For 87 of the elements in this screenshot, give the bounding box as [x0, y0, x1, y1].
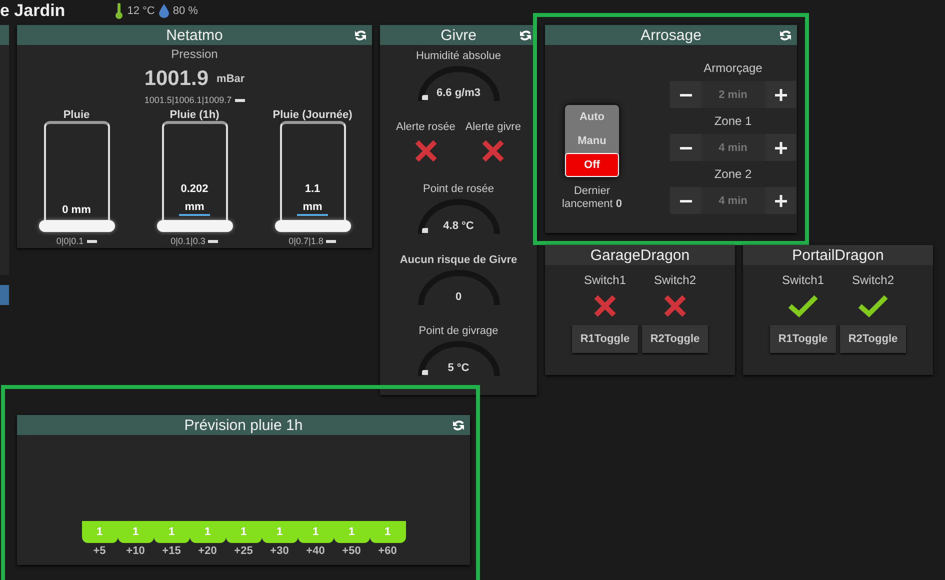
forecast-bar: 1	[370, 521, 406, 543]
mode-option[interactable]: Off	[565, 153, 619, 177]
water-drop-icon	[158, 4, 169, 18]
toggle-button[interactable]: R1Toggle	[572, 325, 638, 353]
forecast-bar: 1	[118, 521, 154, 543]
gauge-label: Point de rosée	[423, 183, 494, 195]
pressure-label: Pression	[171, 47, 218, 61]
time-label: +10	[126, 545, 145, 557]
time-label: +50	[342, 545, 361, 557]
stepper-value: 4 min	[701, 187, 765, 214]
widget-title: Arrosage	[640, 26, 702, 44]
widget-title: Prévision pluie 1h	[184, 416, 303, 434]
stepper-label: Zone 1	[714, 114, 752, 128]
page-title: e Jardin	[0, 1, 66, 20]
refresh-icon[interactable]	[354, 29, 367, 42]
switch-label: Switch1	[782, 273, 824, 287]
refresh-icon[interactable]	[452, 419, 465, 432]
forecast-bar: 1	[154, 521, 190, 543]
humidity-reading: 80 %	[172, 4, 198, 16]
rain-unit: mm	[296, 201, 328, 216]
refresh-icon[interactable]	[779, 29, 792, 42]
toggle-button[interactable]: R2Toggle	[840, 325, 906, 353]
minus-button[interactable]	[670, 134, 701, 161]
switch-label: Switch1	[584, 273, 626, 287]
gauge-label: Pluie	[63, 109, 90, 121]
switch-label: Switch2	[852, 273, 894, 287]
forecast-bar: 1	[226, 521, 262, 543]
rain-stats: 0|0.1|0.3	[170, 236, 206, 246]
plus-icon	[774, 194, 786, 206]
time-label: +60	[378, 545, 397, 557]
minus-button[interactable]	[670, 81, 701, 108]
alert-label: Alerte givre	[465, 121, 521, 133]
trend-icon	[326, 240, 336, 242]
alert-label: Alerte rosée	[396, 121, 456, 133]
stepper-label: Armorçage	[704, 61, 762, 75]
trend-icon	[86, 240, 97, 242]
widget-title: PortailDragon	[792, 246, 884, 264]
plus-icon	[774, 142, 786, 154]
last-run-text: Dernier lancement 0	[561, 185, 623, 211]
gauge-label: Pluie (1h)	[170, 109, 220, 121]
rain-value: 0 mm	[62, 204, 91, 216]
pressure-value: 1001.9	[144, 67, 209, 91]
plus-button[interactable]	[765, 187, 796, 214]
gauge-label: Aucun risque de Givre	[400, 254, 518, 266]
forecast-bar: 1	[334, 521, 370, 543]
widget-title: Netatmo	[166, 26, 223, 44]
gauge-value: 6.6 g/m3	[435, 87, 482, 99]
rain-value: 0.202	[180, 183, 208, 195]
pressure-stats: 1001.5|1006.1|1009.7	[144, 95, 232, 105]
stepper-value: 2 min	[701, 81, 765, 108]
gauge-value: 4.8 °C	[442, 220, 475, 232]
gauge-value: 0	[454, 291, 463, 303]
pressure-unit: mBar	[216, 73, 245, 85]
gauge-label: Pluie (Journée)	[272, 109, 352, 121]
rain-stats: 0|0.7|1.8	[288, 236, 324, 246]
toggle-button[interactable]: R2Toggle	[642, 325, 708, 353]
time-label: +30	[270, 545, 289, 557]
time-label: +40	[306, 545, 325, 557]
plus-button[interactable]	[765, 81, 796, 108]
switch-label: Switch2	[654, 273, 696, 287]
gauge-label: Point de givrage	[418, 325, 498, 337]
stepper-label: Zone 2	[714, 167, 752, 181]
minus-button[interactable]	[670, 187, 701, 214]
rain-unit: mm	[178, 201, 210, 216]
time-label: +5	[93, 545, 106, 557]
gauge-label: Humidité absolue	[416, 50, 501, 62]
stepper-value: 4 min	[701, 134, 765, 161]
rain-value: 1.1	[304, 183, 320, 195]
widget-title: Givre	[440, 26, 476, 44]
forecast-bar: 1	[298, 521, 334, 543]
plus-icon	[774, 88, 786, 100]
time-label: +20	[198, 545, 217, 557]
plus-button[interactable]	[765, 134, 796, 161]
forecast-bar: 1	[82, 521, 118, 543]
trend-icon	[234, 98, 245, 102]
forecast-bar: 1	[190, 521, 226, 543]
widget-title: GarageDragon	[590, 246, 690, 264]
trend-icon	[208, 240, 218, 242]
forecast-bar: 1	[262, 521, 298, 543]
time-label: +15	[162, 545, 181, 557]
time-label: +25	[234, 545, 253, 557]
temperature-reading: 12 °C	[127, 4, 155, 16]
rain-stats: 0|0|0.1	[56, 236, 84, 246]
toggle-button[interactable]: R1Toggle	[770, 325, 836, 353]
refresh-icon[interactable]	[519, 29, 532, 42]
thermometer-icon	[115, 2, 124, 18]
gauge-value: 5 °C	[446, 362, 470, 374]
